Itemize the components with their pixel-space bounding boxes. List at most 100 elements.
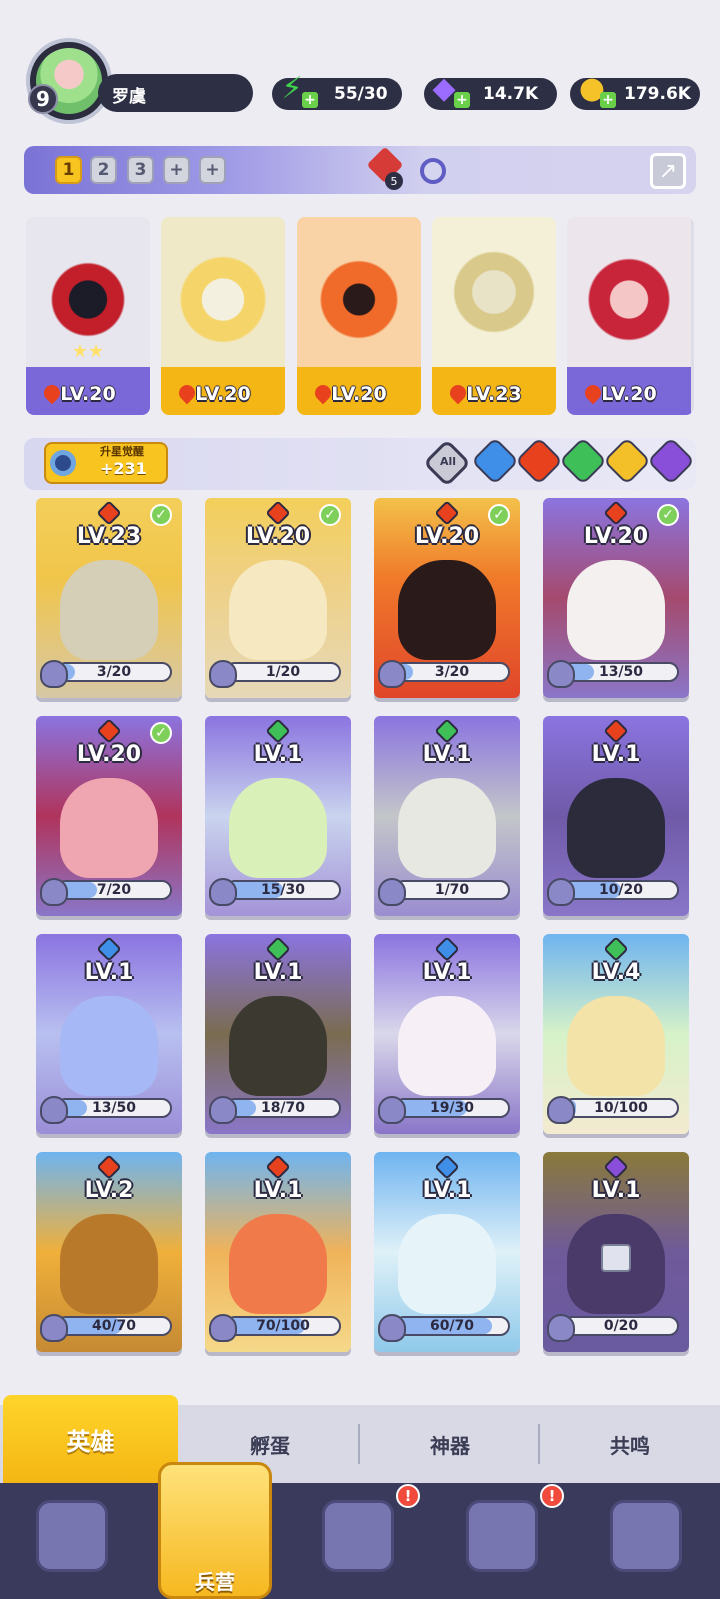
hero-level: LV.1 [253, 742, 303, 767]
hero-level: LV.20 [60, 383, 116, 405]
team-tab-add-2[interactable]: + [199, 156, 226, 184]
hero-portrait [398, 778, 496, 878]
hero-card[interactable]: LV.1 13/50 [36, 934, 182, 1134]
hero-level: LV.23 [76, 524, 142, 549]
hero-level: LV.20 [414, 524, 480, 549]
team-card-3[interactable]: LV.20 [297, 217, 421, 415]
shard-progress-bar: 0/20 [563, 1316, 679, 1336]
shard-progress-text: 18/70 [260, 1100, 306, 1116]
coins-plus-icon[interactable]: + [600, 92, 616, 108]
hero-portrait [229, 560, 327, 660]
hero-card[interactable]: LV.1 70/100 [205, 1152, 351, 1352]
shard-icon [209, 878, 237, 906]
hero-level: LV.4 [591, 960, 641, 985]
tab-resonance[interactable]: 共鸣 [540, 1405, 720, 1483]
player-level-badge: 9 [28, 84, 58, 114]
energy-value: 55/30 [334, 84, 388, 104]
hero-card[interactable]: ✓ LV.20 7/20 [36, 716, 182, 916]
hero-portrait [567, 217, 691, 367]
hero-card[interactable]: ✓ LV.20 13/50 [543, 498, 689, 698]
shop-icon[interactable] [610, 1500, 682, 1572]
shard-progress-bar: 70/100 [225, 1316, 341, 1336]
hero-card[interactable]: LV.4 10/100 [543, 934, 689, 1134]
hero-card[interactable]: ✓ LV.23 3/20 [36, 498, 182, 698]
shard-icon [547, 1096, 575, 1124]
hero-card[interactable]: ✓ LV.20 1/20 [205, 498, 351, 698]
shard-progress-bar: 13/50 [563, 662, 679, 682]
barracks-nav-label: 兵营 [195, 1570, 235, 1594]
coins-value: 179.6K [624, 84, 691, 104]
hero-card[interactable]: LV.1 0/20 [543, 1152, 689, 1352]
shard-icon [547, 660, 575, 688]
shard-progress-bar: 1/20 [225, 662, 341, 682]
hero-portrait [161, 217, 285, 367]
hero-level: LV.1 [591, 742, 641, 767]
castle-icon[interactable] [466, 1500, 538, 1572]
shard-icon [547, 878, 575, 906]
team-tab-3[interactable]: 3 [127, 156, 154, 184]
shard-progress-text: 10/20 [598, 882, 644, 898]
hero-portrait [567, 778, 665, 878]
shard-icon [209, 1314, 237, 1342]
hero-portrait [229, 996, 327, 1096]
hero-card[interactable]: LV.1 60/70 [374, 1152, 520, 1352]
team-tab-1[interactable]: 1 [55, 156, 82, 184]
shard-progress-bar: 1/70 [394, 880, 510, 900]
hero-card[interactable]: LV.1 19/30 [374, 934, 520, 1134]
tab-heroes[interactable]: 英雄 [3, 1395, 178, 1483]
shard-progress-text: 15/30 [260, 882, 306, 898]
hero-portrait [398, 996, 496, 1096]
shard-progress-text: 3/20 [96, 664, 132, 680]
awaken-value: +231 [100, 459, 147, 478]
map-icon[interactable] [322, 1500, 394, 1572]
shard-icon [209, 660, 237, 688]
shard-progress-text: 10/100 [594, 1100, 648, 1116]
check-icon: ✓ [488, 504, 510, 526]
hero-portrait [60, 560, 158, 660]
hero-card[interactable]: LV.1 10/20 [543, 716, 689, 916]
team-card-5[interactable]: LV.20 [567, 217, 694, 415]
shard-progress-bar: 15/30 [225, 880, 341, 900]
shard-progress-text: 13/50 [598, 664, 644, 680]
energy-plus-icon[interactable]: + [302, 92, 318, 108]
team-card-1[interactable]: ★★ LV.20 [26, 217, 150, 415]
team-tab-add[interactable]: + [163, 156, 190, 184]
hero-portrait [398, 560, 496, 660]
hero-card[interactable]: LV.2 40/70 [36, 1152, 182, 1352]
shard-progress-text: 0/20 [603, 1318, 639, 1334]
shard-icon [378, 1096, 406, 1124]
hero-card[interactable]: ✓ LV.20 3/20 [374, 498, 520, 698]
hero-level: LV.1 [422, 960, 472, 985]
hero-card[interactable]: LV.1 1/70 [374, 716, 520, 916]
gems-value: 14.7K [483, 84, 539, 104]
team-card-4[interactable]: LV.23 [432, 217, 556, 415]
team-tab-2[interactable]: 2 [90, 156, 117, 184]
shard-progress-bar: 7/20 [56, 880, 172, 900]
check-icon: ✓ [657, 504, 679, 526]
hero-card[interactable]: LV.1 18/70 [205, 934, 351, 1134]
gems-plus-icon[interactable]: + [454, 92, 470, 108]
hero-card[interactable]: LV.1 15/30 [205, 716, 351, 916]
alert-icon: ! [540, 1484, 564, 1508]
hero-portrait [60, 996, 158, 1096]
shard-icon [40, 878, 68, 906]
shard-progress-bar: 10/100 [563, 1098, 679, 1118]
hero-level: LV.1 [84, 960, 134, 985]
shard-progress-text: 19/30 [429, 1100, 475, 1116]
shard-icon [378, 878, 406, 906]
shard-progress-bar: 18/70 [225, 1098, 341, 1118]
check-icon: ✓ [319, 504, 341, 526]
shard-progress-text: 7/20 [96, 882, 132, 898]
hero-level: LV.1 [253, 960, 303, 985]
cards-icon[interactable] [36, 1500, 108, 1572]
hero-level: LV.20 [583, 524, 649, 549]
team-card-2[interactable]: LV.20 [161, 217, 285, 415]
filter-all-label: All [439, 455, 457, 468]
shard-progress-bar: 19/30 [394, 1098, 510, 1118]
shard-progress-text: 1/20 [265, 664, 301, 680]
search-icon[interactable] [420, 158, 446, 184]
share-icon[interactable]: ↗ [650, 153, 686, 189]
hero-level: LV.20 [76, 742, 142, 767]
shard-progress-bar: 3/20 [56, 662, 172, 682]
tab-artifacts[interactable]: 神器 [360, 1405, 540, 1483]
